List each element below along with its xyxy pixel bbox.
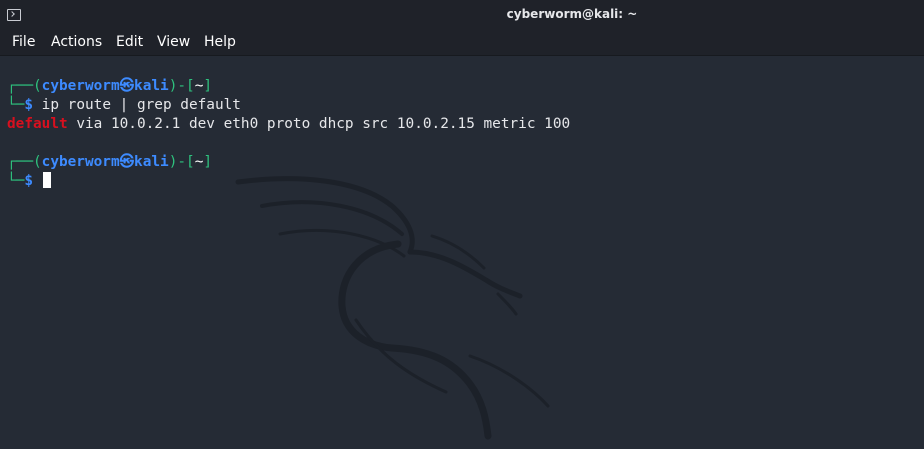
output-line: default via 10.0.2.1 dev eth0 proto dhcp…: [7, 115, 570, 134]
prompt-user: cyberworm: [41, 78, 120, 94]
prompt-at-symbol: ㉿: [119, 78, 135, 94]
prompt-close: ]: [203, 154, 213, 170]
prompt-line-2: ┌──(cyberworm㉿kali)-[~]: [7, 153, 212, 172]
terminal-window: cyberworm@kali: ~ File Actions Edit View…: [0, 0, 924, 449]
menu-view[interactable]: View: [157, 34, 190, 50]
prompt-corner-bottom: └─: [7, 173, 25, 189]
prompt-corner-top: ┌──(: [7, 78, 42, 94]
grep-match: default: [7, 116, 68, 132]
prompt-at-symbol: ㉿: [119, 154, 135, 170]
menu-file[interactable]: File: [12, 34, 35, 50]
command-text: ip route | grep default: [41, 97, 241, 113]
prompt-dollar: $: [24, 97, 33, 113]
prompt-mid: )-[: [168, 78, 195, 94]
prompt-user: cyberworm: [41, 154, 120, 170]
menu-bar: File Actions Edit View Help: [0, 30, 924, 56]
text-cursor: [42, 172, 51, 188]
output-rest: via 10.0.2.1 dev eth0 proto dhcp src 10.…: [67, 116, 571, 132]
prompt-host: kali: [134, 154, 169, 170]
prompt-corner-bottom: └─: [7, 97, 25, 113]
menu-help[interactable]: Help: [204, 34, 236, 50]
prompt-close: ]: [203, 78, 213, 94]
command-line-1: └─$ ip route | grep default: [7, 96, 241, 115]
prompt-line-1: ┌──(cyberworm㉿kali)-[~]: [7, 77, 212, 96]
terminal-area[interactable]: ┌──(cyberworm㉿kali)-[~] └─$ ip route | g…: [0, 56, 924, 449]
prompt-mid: )-[: [168, 154, 195, 170]
prompt-dollar: $: [24, 173, 33, 189]
menu-actions[interactable]: Actions: [51, 34, 102, 50]
prompt-corner-top: ┌──(: [7, 154, 42, 170]
prompt-host: kali: [134, 78, 169, 94]
command-line-2[interactable]: └─$: [7, 172, 51, 191]
window-title: cyberworm@kali: ~: [506, 7, 638, 21]
title-bar[interactable]: cyberworm@kali: ~: [0, 0, 924, 30]
menu-edit[interactable]: Edit: [116, 34, 143, 50]
